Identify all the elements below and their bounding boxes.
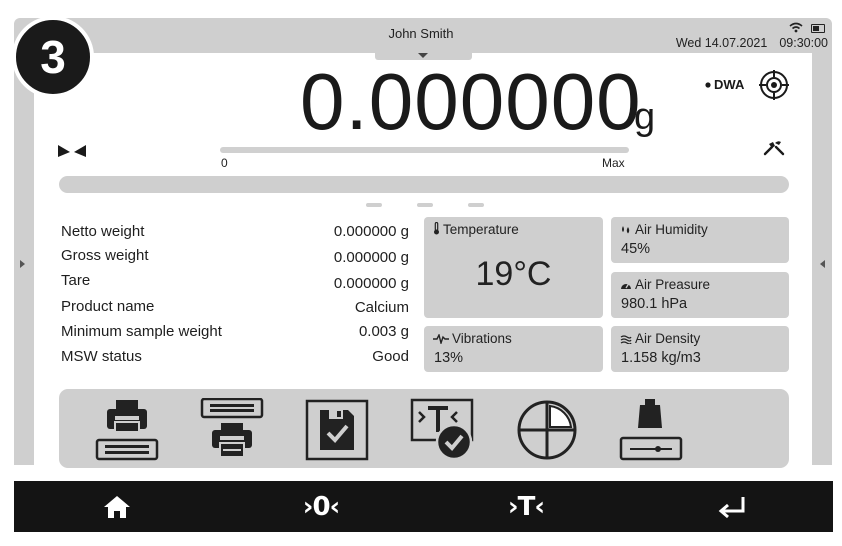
vibration-icon (433, 332, 449, 346)
tools-icon[interactable] (763, 140, 785, 156)
pressure-label: Air Preasure (635, 277, 711, 292)
density-label-row: Air Density (620, 331, 700, 346)
density-label: Air Density (635, 331, 701, 346)
humidity-icon (622, 226, 630, 234)
info-value-msw-status: Good (372, 348, 409, 365)
info-label-msw: Minimum sample weight (61, 323, 222, 340)
humidity-label: Air Humidity (635, 222, 708, 237)
tare-button[interactable]: ›T‹ (486, 481, 566, 532)
step-badge: 3 (12, 16, 94, 98)
pressure-tile[interactable]: Air Preasure 980.1 hPa (611, 272, 789, 318)
range-min-label: 0 (221, 156, 228, 170)
enter-icon (718, 496, 745, 518)
wifi-icon (789, 22, 803, 33)
chevron-left-icon (820, 260, 825, 268)
temperature-label-row: Temperature (433, 221, 519, 237)
humidity-tile[interactable]: Air Humidity 45% (611, 217, 789, 263)
weight-on-scale-icon (619, 399, 683, 461)
humidity-value: 45% (621, 241, 651, 257)
print-header-button[interactable] (94, 398, 160, 462)
temperature-value: 19°C (475, 255, 552, 293)
range-max-label: Max (602, 156, 625, 170)
temperature-label: Temperature (443, 222, 519, 237)
vibrations-label: Vibrations (452, 331, 512, 346)
info-label-gross: Gross weight (61, 247, 149, 264)
enter-button[interactable] (692, 481, 772, 532)
vibrations-value: 13% (434, 350, 464, 366)
temperature-tile[interactable]: Temperature 19°C (424, 217, 603, 318)
page-indicator-dot[interactable] (468, 203, 484, 207)
progress-bar (59, 176, 789, 193)
print-footer-button[interactable] (199, 398, 265, 462)
date-time: Wed 14.07.2021 09:30:00 (664, 36, 828, 50)
print-header-icon (95, 400, 159, 461)
mode-dot-icon (705, 82, 711, 88)
battery-icon (811, 24, 825, 33)
zero-button[interactable]: ›0‹ (281, 481, 361, 532)
zero-label: ›0‹ (302, 491, 341, 522)
pie-chart-icon (517, 400, 577, 460)
vibrations-tile[interactable]: Vibrations 13% (424, 326, 603, 372)
air-density-icon (620, 335, 632, 345)
pressure-label-row: Air Preasure (620, 277, 710, 292)
weighing-range-bar (220, 147, 629, 153)
tare-label: ›T‹ (507, 491, 545, 522)
tare-confirm-icon (410, 398, 474, 461)
right-drawer-handle[interactable] (812, 70, 832, 465)
info-label-product: Product name (61, 298, 155, 315)
tare-confirm-button[interactable] (409, 398, 475, 462)
statistics-button[interactable] (514, 398, 580, 462)
info-label-tare: Tare (61, 272, 91, 289)
level-icon (58, 145, 86, 157)
info-value-msw: 0.003 g (358, 323, 409, 340)
info-value-product: Calcium (354, 299, 409, 316)
weight-unit[interactable]: g (634, 96, 655, 139)
weight-value: 0.000000 (300, 57, 642, 146)
save-report-button[interactable] (304, 398, 370, 462)
info-value-gross: 0.000000 g (333, 249, 409, 266)
gauge-icon (621, 283, 631, 289)
page-indicator-dot[interactable] (417, 203, 433, 207)
info-label-netto: Netto weight (61, 223, 145, 240)
time-text: 09:30:00 (779, 36, 828, 50)
target-icon[interactable] (758, 69, 790, 101)
humidity-label-row: Air Humidity (620, 222, 708, 237)
weighing-mode-button[interactable] (618, 398, 684, 462)
thermometer-icon (434, 221, 439, 235)
info-value-netto: 0.000000 g (333, 223, 409, 240)
home-icon (104, 495, 130, 518)
vibrations-label-row: Vibrations (433, 331, 512, 346)
date-text: Wed 14.07.2021 (675, 36, 768, 50)
home-button[interactable] (77, 481, 157, 532)
page-indicator-dot[interactable] (366, 203, 382, 207)
print-footer-icon (200, 398, 264, 458)
chevron-right-icon (20, 260, 25, 268)
pressure-value: 980.1 hPa (621, 296, 688, 312)
info-value-tare: 0.000000 g (333, 275, 409, 292)
left-drawer-handle[interactable] (14, 70, 34, 465)
density-tile[interactable]: Air Density 1.158 kg/m3 (611, 326, 789, 372)
info-label-msw-status: MSW status (61, 348, 142, 365)
mode-label: DWA (714, 77, 745, 92)
density-value: 1.158 kg/m3 (621, 350, 701, 366)
save-report-icon (305, 399, 369, 461)
